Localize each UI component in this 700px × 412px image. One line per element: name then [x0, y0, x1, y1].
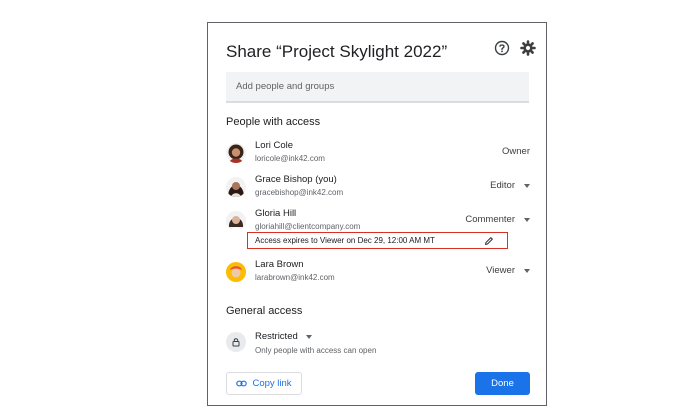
chevron-down-icon: [524, 268, 530, 273]
chevron-down-icon: [305, 334, 312, 339]
person-email: larabrown@ink42.com: [255, 273, 335, 282]
role-text: Owner: [502, 146, 530, 157]
pencil-icon[interactable]: [484, 236, 494, 246]
avatar: [226, 262, 246, 282]
copy-link-button[interactable]: Copy link: [226, 372, 302, 395]
person-name: Lori Cole: [255, 140, 294, 151]
avatar: [226, 177, 246, 197]
gear-icon[interactable]: [519, 39, 537, 57]
role-text: Commenter: [465, 214, 515, 225]
dialog-title: Share “Project Skylight 2022”: [226, 42, 448, 61]
help-icon[interactable]: [493, 39, 511, 57]
person-name: Lara Brown: [255, 259, 304, 270]
people-with-access-heading: People with access: [226, 116, 321, 128]
avatar: [226, 143, 246, 163]
avatar: [226, 211, 246, 231]
lock-icon: [226, 332, 246, 352]
role-dropdown[interactable]: Commenter: [465, 214, 530, 225]
chevron-down-icon: [524, 217, 530, 222]
general-access-heading: General access: [226, 305, 303, 317]
person-name: Grace Bishop (you): [255, 174, 337, 185]
share-dialog: Share “Project Skylight 2022” People wit…: [207, 22, 547, 406]
general-access-dropdown[interactable]: Restricted: [255, 331, 312, 342]
add-people-input[interactable]: [226, 72, 529, 103]
role-dropdown[interactable]: Editor: [490, 180, 530, 191]
person-row: Lara Brown larabrown@ink42.com Viewer: [226, 259, 530, 289]
role-label: Owner: [502, 146, 530, 157]
access-expiry-note: Access expires to Viewer on Dec 29, 12:0…: [247, 232, 508, 249]
role-text: Viewer: [486, 265, 515, 276]
copy-link-label: Copy link: [252, 378, 292, 389]
general-access-description: Only people with access can open: [255, 346, 377, 355]
person-email: gloriahill@clientcompany.com: [255, 222, 361, 231]
person-row: Lori Cole loricole@ink42.com Owner: [226, 140, 530, 170]
link-icon: [236, 380, 248, 387]
role-dropdown[interactable]: Viewer: [486, 265, 530, 276]
general-access-value: Restricted: [255, 331, 298, 342]
chevron-down-icon: [524, 183, 530, 188]
role-text: Editor: [490, 180, 515, 191]
done-button[interactable]: Done: [475, 372, 530, 395]
person-email: loricole@ink42.com: [255, 154, 325, 163]
person-row: Grace Bishop (you) gracebishop@ink42.com…: [226, 174, 530, 204]
expiry-text: Access expires to Viewer on Dec 29, 12:0…: [255, 236, 435, 245]
person-email: gracebishop@ink42.com: [255, 188, 344, 197]
person-name: Gloria Hill: [255, 208, 297, 219]
